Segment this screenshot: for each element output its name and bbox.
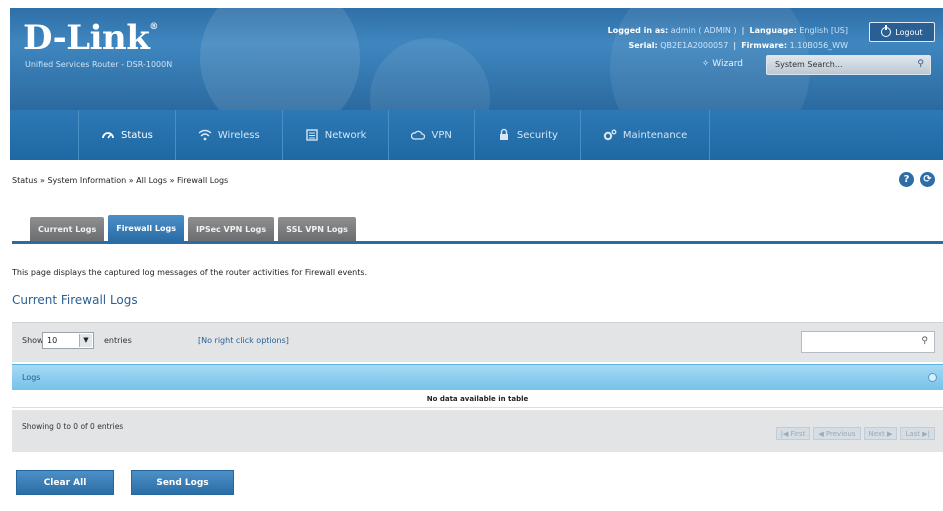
- send-logs-button[interactable]: Send Logs: [131, 470, 234, 495]
- nav-security[interactable]: Security: [475, 110, 581, 160]
- table-search-input[interactable]: ⚲: [801, 331, 935, 353]
- show-label: Show: [22, 336, 44, 345]
- help-icons: ? ⟳: [899, 172, 935, 187]
- nav-status[interactable]: Status: [78, 110, 176, 160]
- clear-all-button[interactable]: Clear All: [16, 470, 114, 495]
- user-info: Logged in as: admin ( ADMIN ) | Language…: [607, 26, 848, 35]
- entries-select[interactable]: 10 ▼: [42, 332, 94, 349]
- gears-icon: [603, 129, 617, 141]
- power-icon: [881, 25, 892, 37]
- tab-firewall-logs[interactable]: Firewall Logs: [108, 215, 184, 241]
- product-tagline: Unified Services Router - DSR-1000N: [25, 60, 173, 69]
- table-header[interactable]: Logs: [12, 364, 943, 390]
- pagination: |◀ First ◀ Previous Next ▶ Last ▶|: [775, 427, 935, 440]
- entries-label: entries: [104, 336, 132, 345]
- section-title: Current Firewall Logs: [12, 293, 138, 307]
- tab-ssl-vpn-logs[interactable]: SSL VPN Logs: [278, 217, 356, 241]
- page-description: This page displays the captured log mess…: [12, 268, 368, 277]
- nav-wireless[interactable]: Wireless: [176, 110, 283, 160]
- refresh-icon[interactable]: ⟳: [920, 172, 935, 187]
- first-page-button[interactable]: |◀ First: [775, 427, 811, 440]
- column-logs: Logs: [22, 373, 41, 382]
- next-page-button[interactable]: Next ▶: [863, 427, 898, 440]
- search-icon: ⚲: [921, 336, 928, 346]
- header-banner: D-Link® Unified Services Router - DSR-10…: [10, 8, 943, 110]
- dashboard-icon: [102, 132, 114, 139]
- last-page-button[interactable]: Last ▶|: [900, 427, 935, 440]
- right-click-options: [No right click options]: [198, 336, 289, 345]
- logout-button[interactable]: Logout: [869, 22, 935, 42]
- nav-network[interactable]: Network: [283, 110, 390, 160]
- search-icon[interactable]: ⚲: [917, 59, 924, 69]
- nav-vpn[interactable]: VPN: [389, 110, 475, 160]
- previous-page-button[interactable]: ◀ Previous: [813, 427, 861, 440]
- network-icon: [306, 129, 318, 141]
- wifi-icon: [198, 129, 212, 141]
- tab-current-logs[interactable]: Current Logs: [30, 217, 105, 241]
- help-icon[interactable]: ?: [899, 172, 914, 187]
- system-search-input[interactable]: System Search... ⚲: [766, 55, 931, 75]
- table-toolbar: Show 10 ▼ entries [No right click option…: [12, 322, 943, 362]
- wand-icon: ✧: [701, 59, 710, 69]
- showing-info: Showing 0 to 0 of 0 entries: [22, 422, 124, 431]
- tab-ipsec-vpn-logs[interactable]: IPSec VPN Logs: [188, 217, 275, 241]
- cloud-icon: [411, 130, 426, 140]
- main-nav: Status Wireless Network VPN Security Mai…: [10, 110, 943, 160]
- dlink-logo: D-Link®: [23, 18, 158, 58]
- log-tabs: Current Logs Firewall Logs IPSec VPN Log…: [30, 215, 356, 241]
- sort-icon[interactable]: [928, 373, 937, 382]
- nav-maintenance[interactable]: Maintenance: [581, 110, 711, 160]
- chevron-down-icon: ▼: [79, 334, 92, 347]
- lock-icon: [499, 128, 508, 140]
- tab-divider: [12, 241, 943, 244]
- language-link[interactable]: English [US]: [799, 26, 848, 35]
- breadcrumb[interactable]: Status » System Information » All Logs »…: [12, 176, 228, 185]
- device-info: Serial: QB2E1A2000057 | Firmware: 1.10B0…: [628, 41, 848, 50]
- empty-table-message: No data available in table: [12, 391, 943, 408]
- table-footer: Showing 0 to 0 of 0 entries |◀ First ◀ P…: [12, 410, 943, 452]
- wizard-link[interactable]: ✧ Wizard: [702, 59, 743, 69]
